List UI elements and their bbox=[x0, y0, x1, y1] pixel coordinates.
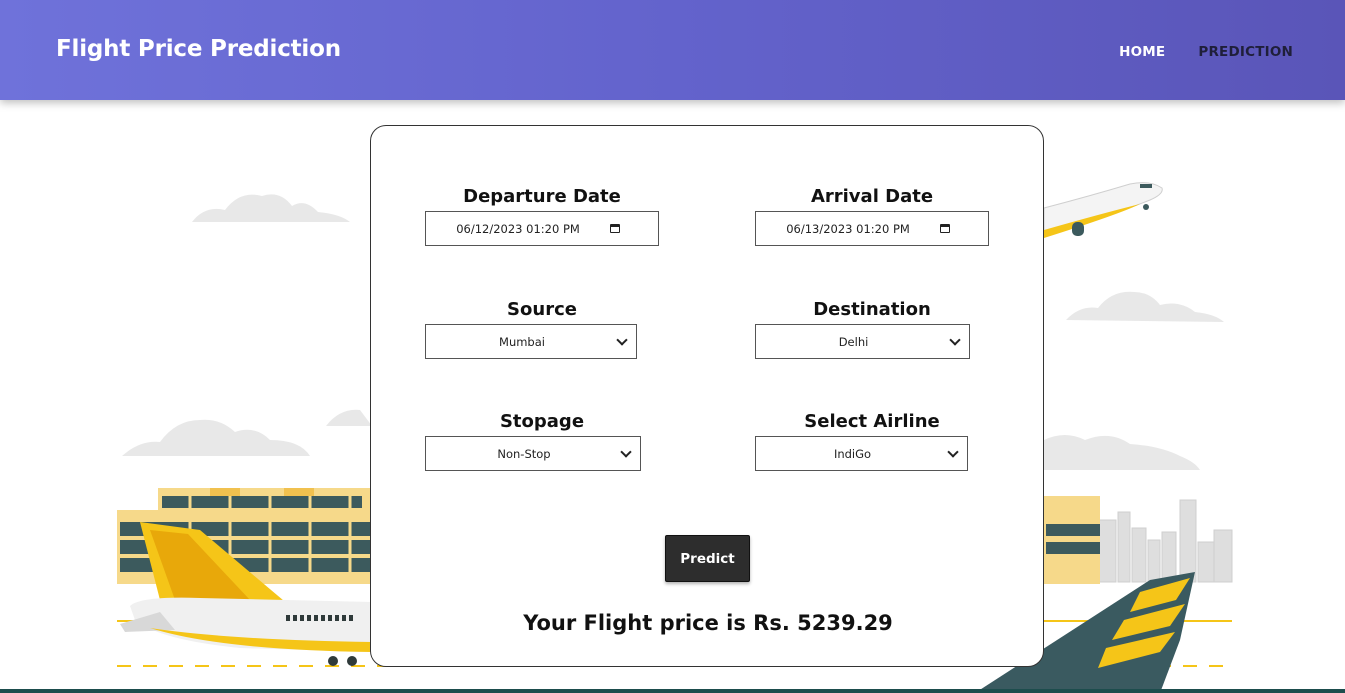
bottom-strip bbox=[0, 689, 1345, 693]
arrival-date-label: Arrival Date bbox=[810, 186, 934, 207]
chevron-down-icon bbox=[616, 333, 628, 346]
stopage-select[interactable]: Non-Stop bbox=[425, 436, 641, 471]
predicted-price-text: Your Flight price is Rs. 5239.29 bbox=[523, 611, 893, 635]
source-value: Mumbai bbox=[499, 334, 545, 349]
arrival-date-value: 06/13/2023 01:20 PM bbox=[786, 221, 910, 236]
calendar-icon[interactable] bbox=[610, 224, 620, 233]
top-navbar: Flight Price Prediction HOME PREDICTION bbox=[0, 0, 1345, 100]
calendar-icon[interactable] bbox=[940, 224, 950, 233]
stopage-label: Stopage bbox=[499, 411, 585, 432]
departure-date-input[interactable]: 06/12/2023 01:20 PM bbox=[425, 211, 659, 246]
predict-button[interactable]: Predict bbox=[665, 535, 750, 582]
source-select[interactable]: Mumbai bbox=[425, 324, 637, 359]
airline-label: Select Airline bbox=[804, 411, 940, 432]
destination-value: Delhi bbox=[838, 334, 869, 349]
nav-prediction-link[interactable]: PREDICTION bbox=[1198, 44, 1293, 60]
airline-select[interactable]: IndiGo bbox=[755, 436, 968, 471]
departure-date-value: 06/12/2023 01:20 PM bbox=[456, 221, 580, 236]
airline-value: IndiGo bbox=[833, 446, 872, 461]
arrival-date-input[interactable]: 06/13/2023 01:20 PM bbox=[755, 211, 989, 246]
stopage-value: Non-Stop bbox=[497, 446, 551, 461]
destination-label: Destination bbox=[813, 299, 931, 320]
brand-title[interactable]: Flight Price Prediction bbox=[56, 36, 341, 62]
nav-links: HOME PREDICTION bbox=[1119, 44, 1293, 60]
source-label: Source bbox=[507, 299, 577, 320]
destination-select[interactable]: Delhi bbox=[755, 324, 970, 359]
chevron-down-icon bbox=[949, 333, 961, 346]
plane-flying bbox=[1043, 182, 1163, 238]
prediction-form-card: Departure Date 06/12/2023 01:20 PM Arriv… bbox=[370, 125, 1044, 667]
departure-date-label: Departure Date bbox=[463, 186, 621, 207]
nav-home-link[interactable]: HOME bbox=[1119, 44, 1165, 60]
chevron-down-icon bbox=[947, 445, 959, 458]
chevron-down-icon bbox=[620, 445, 632, 458]
